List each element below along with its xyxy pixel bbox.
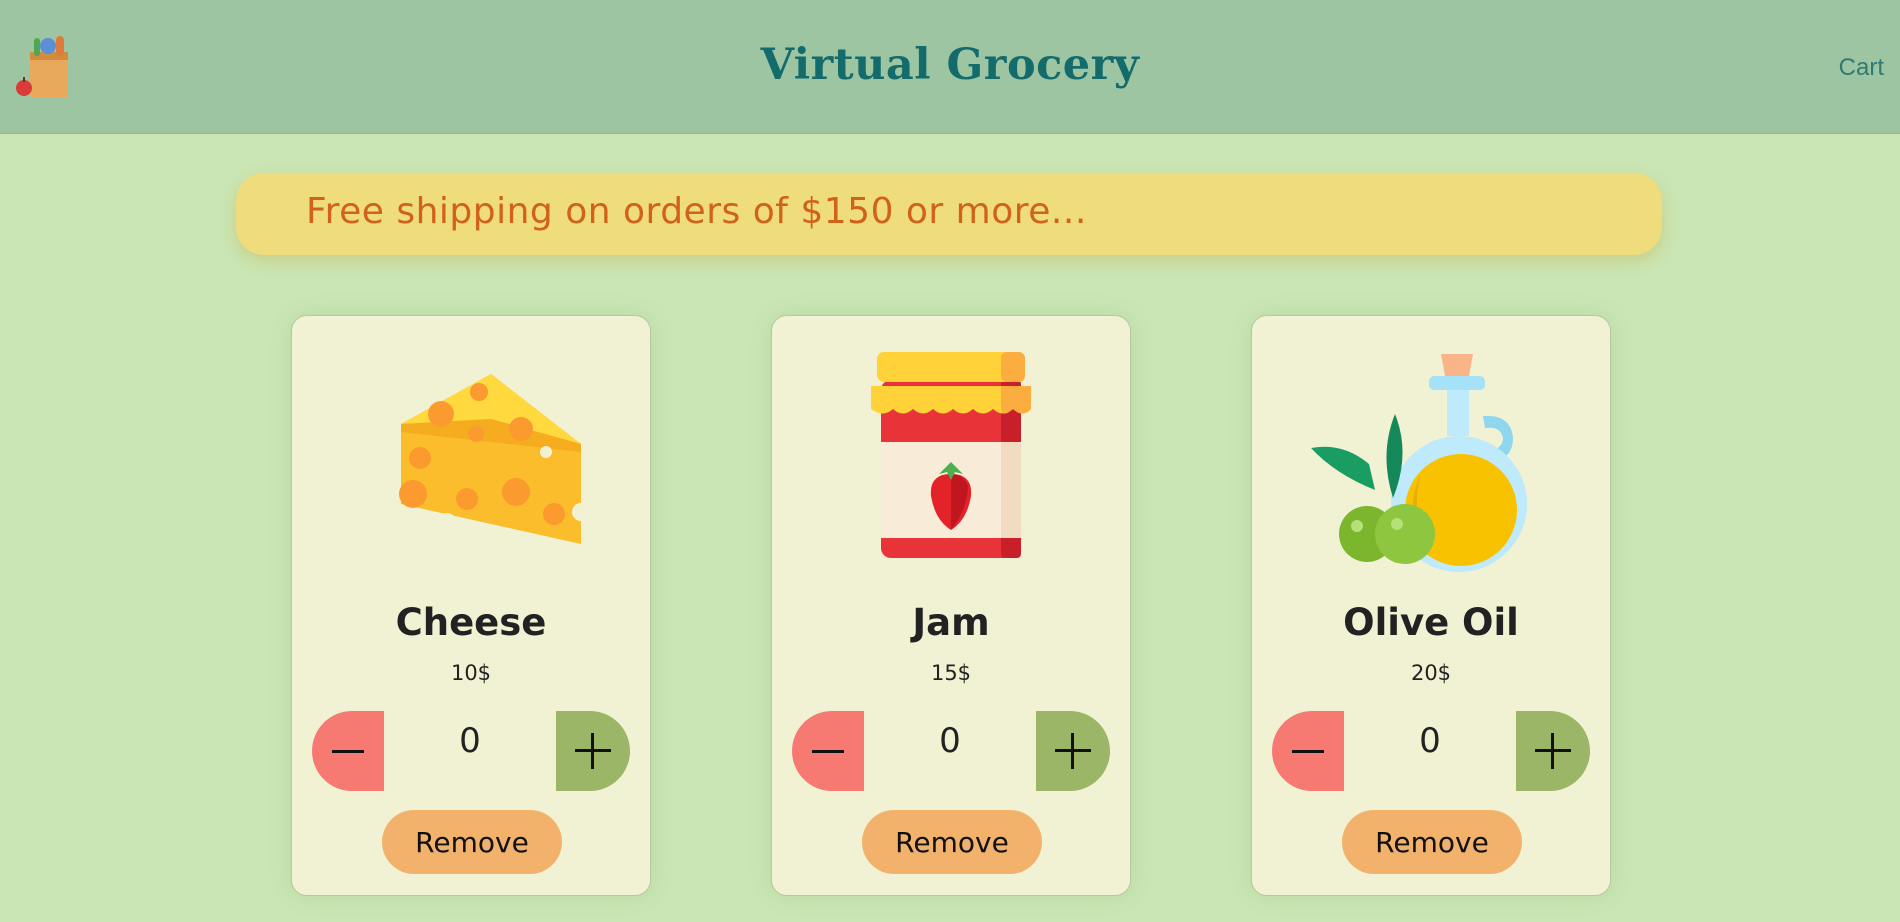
remove-button[interactable]: Remove [1342,810,1522,874]
increase-quantity-button[interactable] [556,711,630,791]
product-image [292,334,650,574]
decrease-quantity-button[interactable] [792,711,864,791]
plus-icon [1535,733,1571,769]
increase-quantity-button[interactable] [1516,711,1590,791]
product-price: 15$ [930,661,972,685]
quantity-value: 0 [459,721,481,761]
minus-icon [812,750,844,753]
product-price: 20$ [1410,661,1452,685]
product-card-cheese: Cheese 10$ 0 Remove [291,315,651,896]
page-title: Virtual Grocery [760,40,1140,90]
product-image [1252,334,1610,574]
promo-banner: Free shipping on orders of $150 or more.… [236,173,1662,255]
product-name: Olive Oil [1343,601,1519,644]
product-image [772,334,1130,574]
minus-icon [332,750,364,753]
remove-button[interactable]: Remove [862,810,1042,874]
product-card-jam: Jam 15$ 0 Remove [771,315,1131,896]
decrease-quantity-button[interactable] [312,711,384,791]
minus-icon [1292,750,1324,753]
cart-link[interactable]: Cart [1839,54,1884,82]
increase-quantity-button[interactable] [1036,711,1110,791]
header-bar: Virtual Grocery Cart [0,0,1900,134]
quantity-value: 0 [1419,721,1441,761]
product-card-olive-oil: Olive Oil 20$ 0 Remove [1251,315,1611,896]
jam-jar-image [871,352,1031,558]
cheese-image [399,374,590,554]
product-name: Cheese [395,601,547,644]
decrease-quantity-button[interactable] [1272,711,1344,791]
product-price: 10$ [450,661,492,685]
remove-button[interactable]: Remove [382,810,562,874]
plus-icon [1055,733,1091,769]
quantity-value: 0 [939,721,961,761]
olive-oil-image [1311,354,1527,572]
product-name: Jam [912,601,990,644]
plus-icon [575,733,611,769]
promo-banner-text: Free shipping on orders of $150 or more.… [306,191,1087,232]
